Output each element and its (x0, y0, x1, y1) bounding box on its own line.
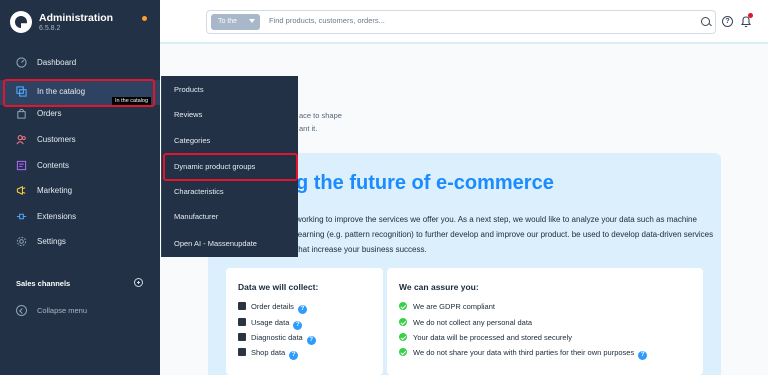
flyout-item-manufacturer[interactable]: Manufacturer (162, 206, 299, 228)
flyout-item-openai-massenupdate[interactable]: Open AI - Massenupdate (162, 233, 299, 255)
help-icon[interactable]: ? (722, 16, 733, 27)
nav-label: Customers (37, 135, 76, 144)
table-icon (238, 318, 246, 326)
check-circle-icon (399, 348, 407, 356)
intro-line: ant it. (299, 124, 318, 133)
search-input[interactable] (269, 16, 669, 25)
global-search: To the (206, 10, 716, 34)
marketing-icon (16, 186, 26, 195)
flyout-item-label: Categories (174, 136, 211, 145)
contents-icon (16, 160, 27, 171)
flyout-item-characteristics[interactable]: Characteristics (162, 181, 299, 203)
assurance-item: Your data will be processed and stored s… (399, 333, 572, 345)
add-sales-channel-icon[interactable] (134, 278, 143, 287)
nav-label: Contents (37, 161, 70, 170)
assurance-card: We can assure you: We are GDPR compliant… (387, 268, 703, 375)
nav-label: Dashboard (37, 58, 77, 67)
collapse-menu-button[interactable]: Collapse menu (0, 302, 160, 320)
info-icon[interactable]: ? (306, 336, 316, 345)
settings-icon (16, 236, 27, 247)
assurance-item-label: We do not share your data with third par… (413, 348, 635, 357)
dashboard-icon (16, 57, 27, 68)
sidebar: Administration 6.5.8.2 Dashboard In the … (0, 0, 160, 375)
collect-item-label: Usage data (251, 318, 290, 327)
flyout-item-label: Manufacturer (174, 212, 219, 221)
search-scope-label: To the (218, 18, 238, 25)
top-header: To the ? (160, 0, 768, 44)
flyout-item-label: Characteristics (174, 187, 224, 196)
search-scope-select[interactable]: To the (211, 14, 260, 30)
info-icon[interactable]: ? (289, 351, 299, 360)
nav-label: Marketing (37, 186, 73, 195)
check-circle-icon (399, 333, 407, 341)
nav-item-marketing[interactable]: Marketing (0, 179, 160, 204)
collect-item-shop-data: Shop data? (238, 348, 299, 360)
assurance-item: We are GDPR compliant (399, 302, 495, 314)
nav-item-extensions[interactable]: Extensions (0, 205, 160, 230)
nav-item-contents[interactable]: Contents (0, 154, 160, 179)
assurance-item: We do not collect any personal data (399, 318, 532, 330)
collect-card-title: Data we will collect: (238, 282, 319, 292)
dynamic-groups-highlight-box (163, 153, 298, 181)
assurance-item: We do not share your data with third par… (399, 348, 648, 360)
catalog-tooltip: In the catalog (112, 97, 152, 105)
nav-label: Settings (37, 237, 66, 246)
info-icon[interactable]: ? (638, 351, 648, 360)
flyout-item-products[interactable]: Products (162, 79, 299, 101)
nav-item-settings[interactable]: Settings (0, 230, 160, 255)
intro-text: ace to shape ant it. (299, 109, 342, 135)
collapse-menu-label: Collapse menu (37, 306, 88, 315)
collect-item-diagnostic-data: Diagnostic data? (238, 333, 316, 345)
extensions-icon (16, 213, 27, 220)
collect-item-label: Diagnostic data (251, 333, 303, 342)
nav-item-customers[interactable]: Customers (0, 128, 160, 153)
flyout-item-label: Reviews (174, 110, 203, 119)
assurance-card-title: We can assure you: (399, 282, 479, 292)
collect-item-order-details: Order details? (238, 302, 307, 314)
search-icon[interactable] (701, 17, 710, 26)
update-indicator-dot (142, 16, 147, 21)
nav-label: Orders (37, 109, 62, 118)
cart-icon (238, 302, 246, 310)
info-icon[interactable]: ? (293, 321, 303, 330)
storefront-icon (238, 348, 246, 356)
nav-label: Extensions (37, 212, 77, 221)
flyout-item-categories[interactable]: Categories (162, 130, 299, 152)
check-circle-icon (399, 302, 407, 310)
intro-line: ace to shape (299, 111, 342, 120)
collapse-arrow-icon (16, 305, 27, 316)
brand-header[interactable]: Administration 6.5.8.2 (0, 0, 160, 48)
flyout-item-label: Open AI - Massenupdate (174, 239, 257, 248)
assurance-item-label: Your data will be processed and stored s… (413, 333, 572, 342)
collect-item-label: Order details (251, 302, 294, 311)
customers-icon (16, 135, 26, 145)
flyout-item-label: Products (174, 85, 204, 94)
flyout-item-reviews[interactable]: Reviews (162, 104, 299, 126)
notification-badge (748, 13, 753, 18)
banner-body-text: working to improve the services we offer… (296, 215, 714, 254)
chevron-down-icon (249, 19, 255, 23)
banner-headline: g the future of e-commerce (296, 172, 554, 194)
check-circle-icon (399, 318, 407, 326)
shopware-logo-icon (10, 11, 32, 33)
collect-item-usage-data: Usage data? (238, 318, 303, 330)
sales-channels-heading: Sales channels (16, 279, 71, 288)
nav-item-dashboard[interactable]: Dashboard (0, 51, 160, 76)
collect-card: Data we will collect: Order details? Usa… (226, 268, 383, 375)
brand-version: 6.5.8.2 (39, 25, 61, 32)
brand-title: Administration (39, 12, 114, 24)
orders-icon (17, 108, 26, 119)
assurance-item-label: We do not collect any personal data (413, 318, 533, 327)
assurance-item-label: We are GDPR compliant (413, 302, 495, 311)
info-icon[interactable]: ? (297, 305, 307, 314)
chart-icon (238, 333, 246, 341)
collect-item-label: Shop data (251, 348, 286, 357)
